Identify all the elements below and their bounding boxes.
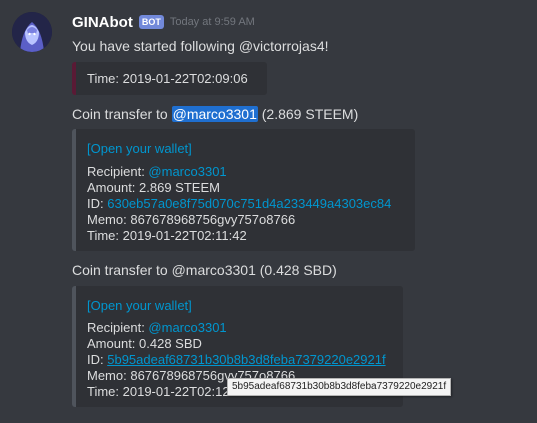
time-line: Time: 2019-01-22T02:11:42 — [87, 228, 247, 243]
transfer-amount: (2.869 STEEM) — [257, 106, 359, 122]
id-label: ID: — [87, 352, 108, 367]
bot-badge: BOT — [138, 15, 164, 29]
link-tooltip: 5b95adeaf68731b30b8b3d8feba7379220e2921f — [227, 378, 452, 396]
mention-highlight[interactable]: @marco3301 — [171, 106, 258, 122]
transfer-prefix: Coin transfer to — [72, 106, 172, 122]
transfer-title-1: Coin transfer to @marco3301 (2.869 STEEM… — [72, 106, 358, 122]
open-wallet-link[interactable]: [Open your wallet] — [87, 298, 192, 313]
recipient-line: Recipient: @marco3301 — [87, 320, 227, 335]
transfer-embed-1: [Open your wallet] Recipient: @marco3301… — [72, 129, 415, 251]
amount-line: Amount: 2.869 STEEM — [87, 180, 220, 195]
follow-message: You have started following @victorrojas4… — [72, 38, 329, 54]
recipient-line: Recipient: @marco3301 — [87, 164, 227, 179]
avatar-image — [12, 12, 52, 52]
message-header: GINAbot BOT Today at 9:59 AM — [72, 12, 255, 32]
bot-avatar[interactable] — [12, 12, 52, 52]
id-label: ID: — [87, 196, 108, 211]
transfer-title-2: Coin transfer to @marco3301 (0.428 SBD) — [72, 262, 337, 278]
recipient-link[interactable]: @marco3301 — [148, 164, 226, 179]
time-line: Time: 2019-01-22T02:12:27 — [87, 384, 248, 399]
transaction-id-link[interactable]: 630eb57a0e8f75d070c751d4a233449a4303ec84 — [107, 196, 391, 211]
amount-line: Amount: 0.428 SBD — [87, 336, 202, 351]
message-timestamp: Today at 9:59 AM — [169, 16, 255, 28]
recipient-link[interactable]: @marco3301 — [148, 320, 226, 335]
recipient-label: Recipient: — [87, 320, 149, 335]
id-line: ID: 630eb57a0e8f75d070c751d4a233449a4303… — [87, 196, 391, 211]
recipient-label: Recipient: — [87, 164, 149, 179]
open-wallet-link[interactable]: [Open your wallet] — [87, 141, 192, 156]
id-line: ID: 5b95adeaf68731b30b8b3d8feba7379220e2… — [87, 352, 386, 367]
transaction-id-link[interactable]: 5b95adeaf68731b30b8b3d8feba7379220e2921f — [107, 352, 385, 367]
embed-time: Time: 2019-01-22T02:09:06 — [87, 71, 248, 86]
memo-line: Memo: 867678968756gvy757o8766 — [87, 212, 296, 227]
embed-follow-time: Time: 2019-01-22T02:09:06 — [72, 62, 267, 95]
username[interactable]: GINAbot — [72, 14, 133, 31]
